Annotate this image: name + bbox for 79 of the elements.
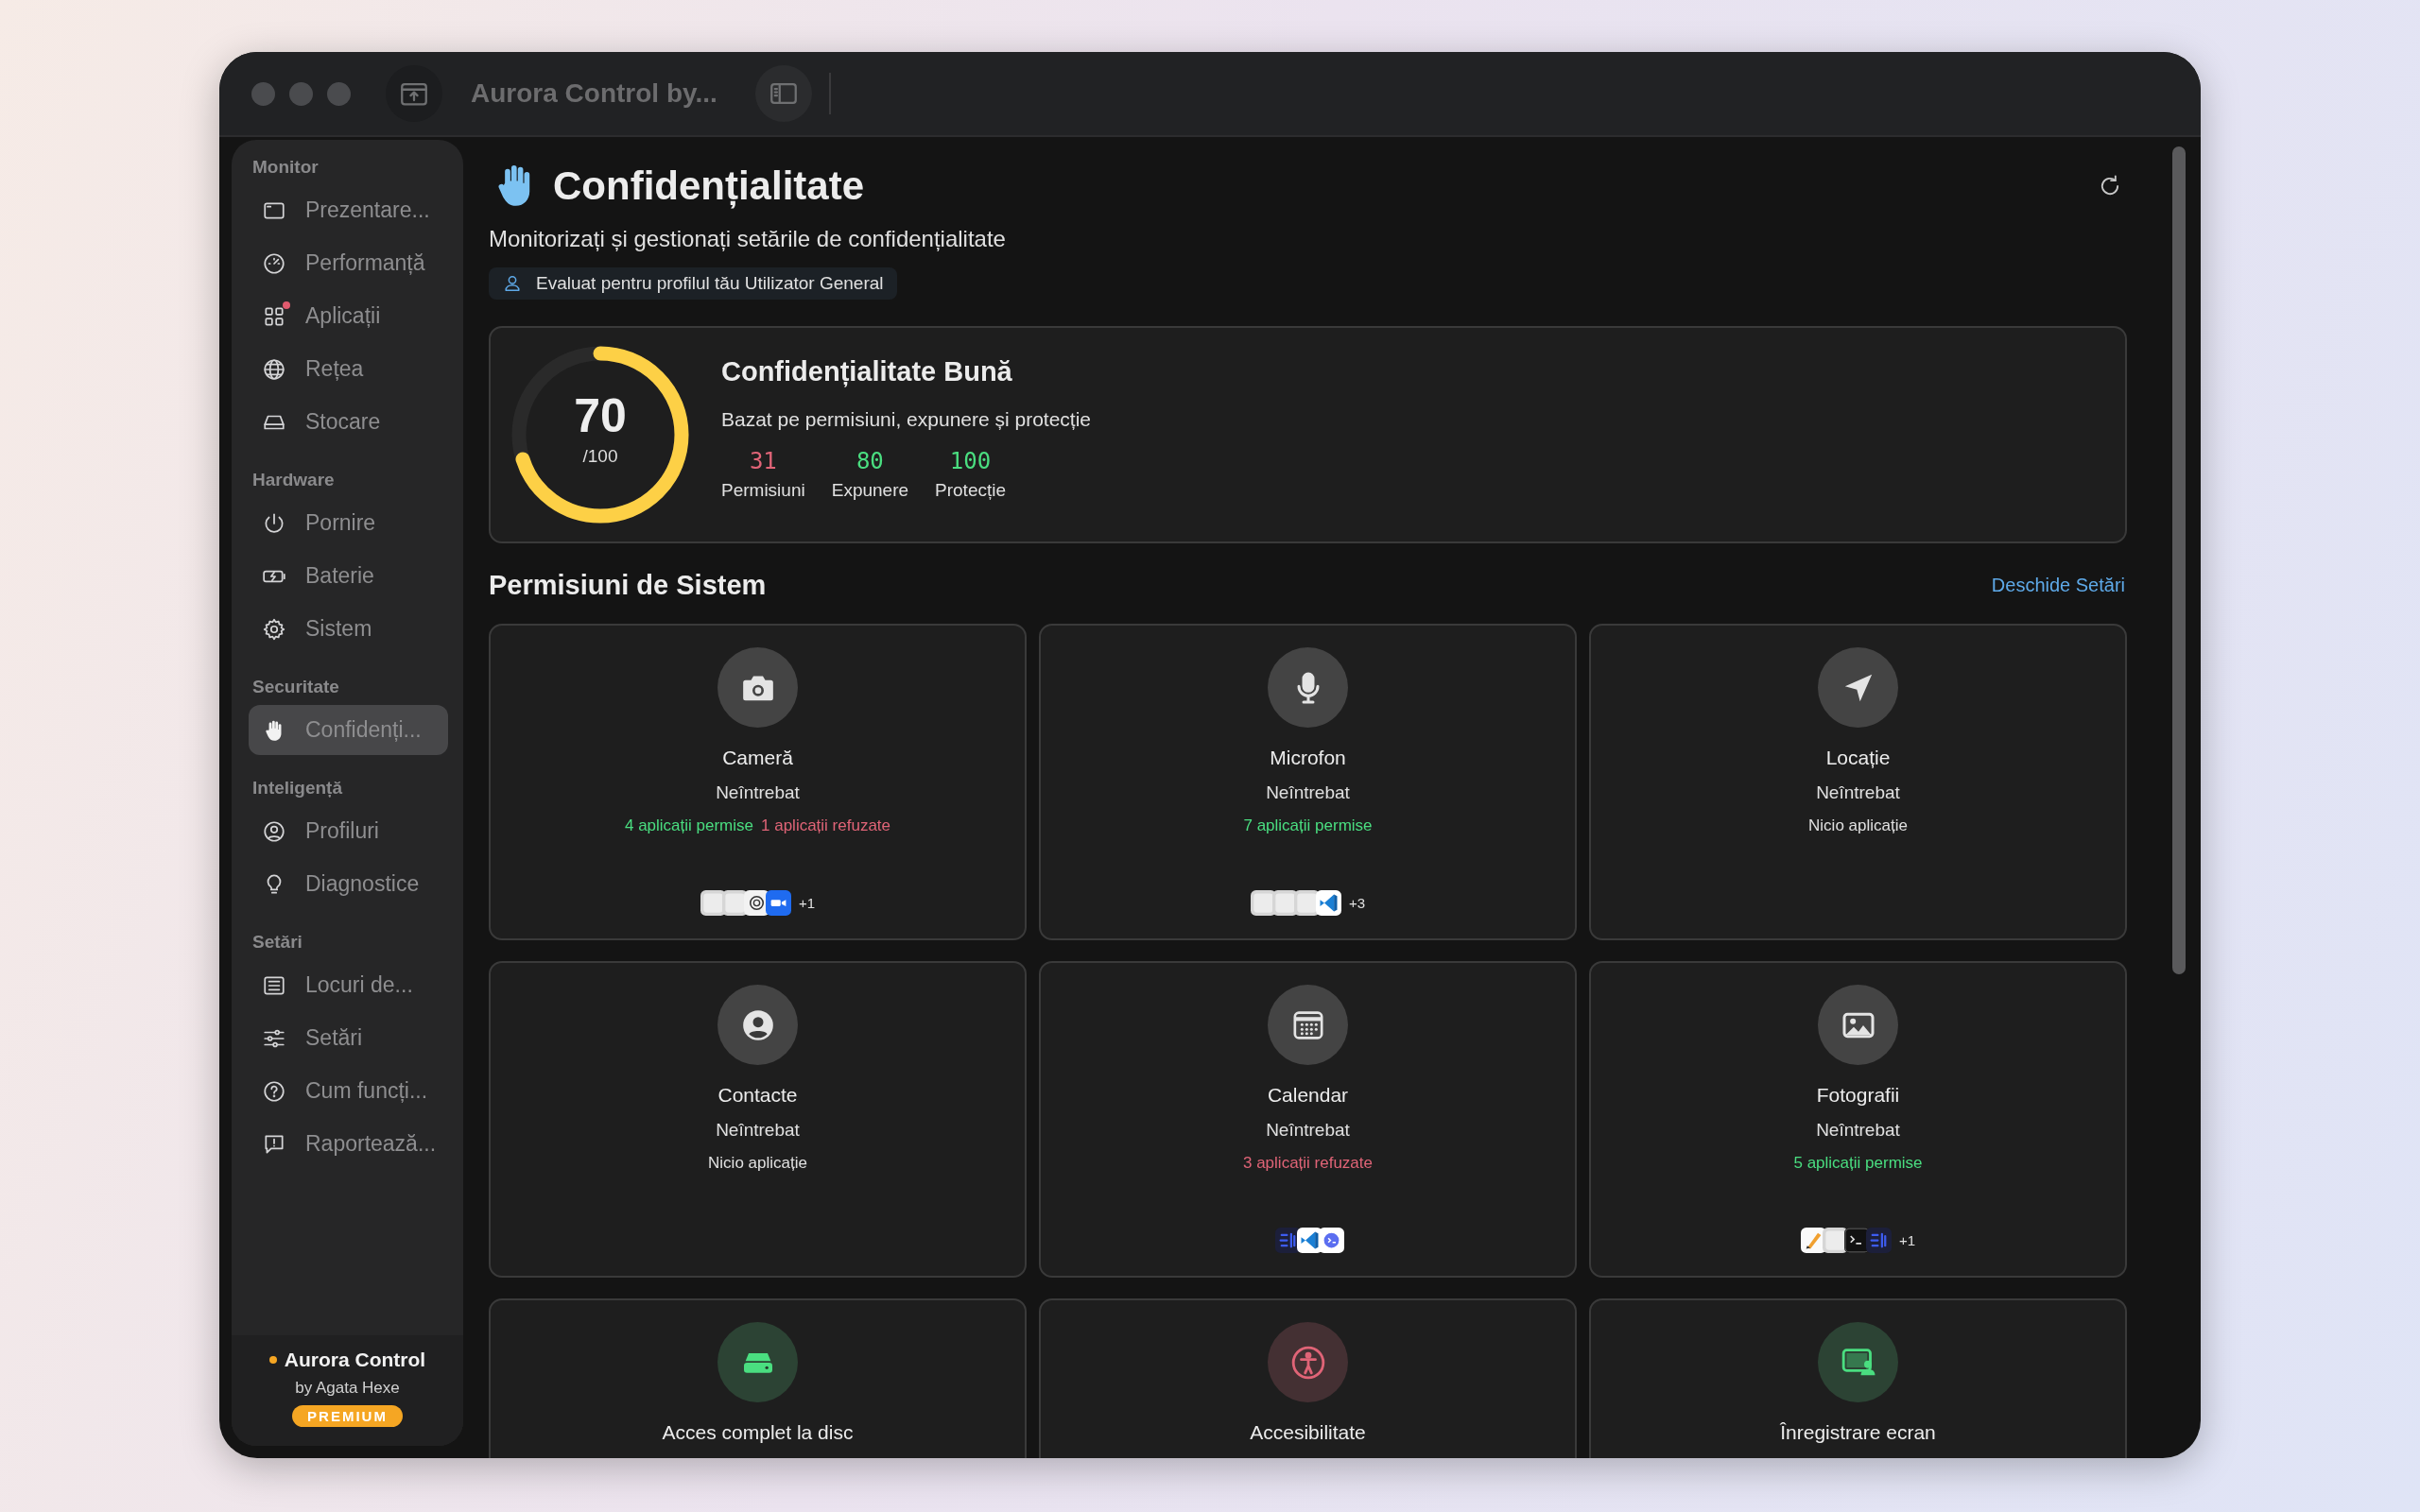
author-name: by Agata Hexe — [295, 1379, 400, 1398]
stat-value: 100 — [949, 448, 992, 474]
section-header: Setări — [251, 931, 303, 954]
sidebar-item[interactable]: Rețea — [249, 344, 448, 394]
sidebar-item[interactable]: Stocare — [249, 397, 448, 447]
app-count: 4 aplicații permise — [624, 816, 753, 835]
window-control[interactable] — [251, 81, 275, 106]
sidebar-item[interactable]: Pornire — [249, 498, 448, 548]
permission-status: Neîntrebat — [1816, 782, 1900, 803]
sidebar-item[interactable]: Confidenți... — [249, 705, 448, 755]
sidebar-item[interactable]: Performanță — [249, 238, 448, 288]
app-count: 7 aplicații permise — [1243, 816, 1373, 835]
section-header: Inteligență — [251, 777, 343, 799]
sidebar-item[interactable]: Diagnostice — [249, 859, 448, 909]
permission-name: Acces complet la disc — [662, 1421, 854, 1444]
app-count: Nicio aplicație — [708, 1154, 807, 1173]
permission-status: Neîntrebat — [716, 782, 800, 803]
app-count: 1 aplicații refuzate — [761, 816, 891, 835]
score-value: 70 — [574, 389, 627, 442]
permission-name: Înregistrare ecran — [1780, 1421, 1936, 1444]
app-count: 3 aplicații refuzate — [1243, 1154, 1373, 1173]
sidebar-item[interactable]: Profiluri — [249, 806, 448, 856]
stat-value: 80 — [856, 448, 884, 474]
permission-name: Cameră — [722, 747, 793, 769]
app-icon — [1319, 1228, 1344, 1253]
gauge-icon — [262, 250, 286, 276]
sidebar-item[interactable]: Raportează... — [249, 1119, 448, 1169]
profile-text: Evaluat pentru profilul tău Utilizator General — [536, 273, 884, 294]
window-control[interactable] — [289, 81, 313, 106]
more-count: +1 — [1898, 1232, 1916, 1248]
premium-badge: PREMIUM — [292, 1405, 403, 1427]
open-settings-link[interactable]: Deschide Setări — [1991, 575, 2125, 596]
permission-status: Neîntrebat — [1266, 1120, 1350, 1141]
permission-name: Contacte — [717, 1084, 798, 1107]
permission-name: Locație — [1825, 747, 1891, 769]
section-header: Securitate — [251, 676, 340, 698]
section-title: Permisiuni de Sistem — [489, 570, 767, 601]
status-dot — [268, 1356, 277, 1364]
window-control[interactable] — [327, 81, 351, 106]
stat-label: Permisiuni — [721, 480, 805, 501]
app-name: Aurora Control — [284, 1349, 426, 1371]
score-description: Bazat pe permisiuni, expunere și protecție — [721, 408, 1092, 431]
section-header: Monitor — [251, 156, 320, 179]
globe-icon — [262, 356, 286, 382]
person-circle-icon — [262, 818, 286, 844]
sidebar-item[interactable]: Aplicații — [249, 291, 448, 341]
sidebar-item[interactable]: Prezentare... — [249, 185, 448, 235]
gear-icon — [262, 616, 286, 642]
permission-name: Accesibilitate — [1250, 1421, 1366, 1444]
window-title: Aurora Control by... — [471, 78, 717, 109]
app-count: Nicio aplicație — [1808, 816, 1908, 835]
permission-status: Neîntrebat — [716, 1120, 800, 1141]
sidebar-item[interactable]: Baterie — [249, 551, 448, 601]
permission-name: Microfon — [1270, 747, 1346, 769]
page-title: Confidențialitate — [553, 163, 865, 209]
app-icon — [765, 890, 791, 916]
stat-value: 31 — [749, 448, 777, 474]
app-icon — [1865, 1228, 1892, 1253]
page-subtitle: Monitorizați și gestionați setările de confidențialitate — [489, 226, 1007, 252]
permission-name: Calendar — [1267, 1084, 1349, 1107]
scrollbar[interactable] — [2172, 146, 2186, 974]
sidebar-item[interactable]: Cum funcți... — [249, 1066, 448, 1116]
permission-status: Neîntrebat — [1266, 782, 1350, 803]
permission-status: Neîntrebat — [1816, 1120, 1900, 1141]
more-count: +3 — [1348, 895, 1366, 911]
more-count: +1 — [798, 895, 816, 911]
help-icon — [262, 1078, 286, 1104]
section-header: Hardware — [251, 469, 336, 491]
sidebar-item[interactable]: Sistem — [249, 604, 448, 654]
permission-name: Fotografii — [1816, 1084, 1900, 1107]
stat-label: Protecție — [935, 480, 1007, 501]
sidebar-item[interactable]: Setări — [249, 1013, 448, 1063]
app-count: 5 aplicații permise — [1793, 1154, 1923, 1173]
app-icon — [1315, 890, 1341, 916]
score-title: Confidențialitate Bună — [721, 356, 1013, 387]
sidebar-item[interactable]: Locuri de... — [249, 960, 448, 1010]
score-max: /100 — [582, 446, 618, 467]
person-icon — [502, 273, 523, 294]
stat-label: Expunere — [831, 480, 909, 501]
